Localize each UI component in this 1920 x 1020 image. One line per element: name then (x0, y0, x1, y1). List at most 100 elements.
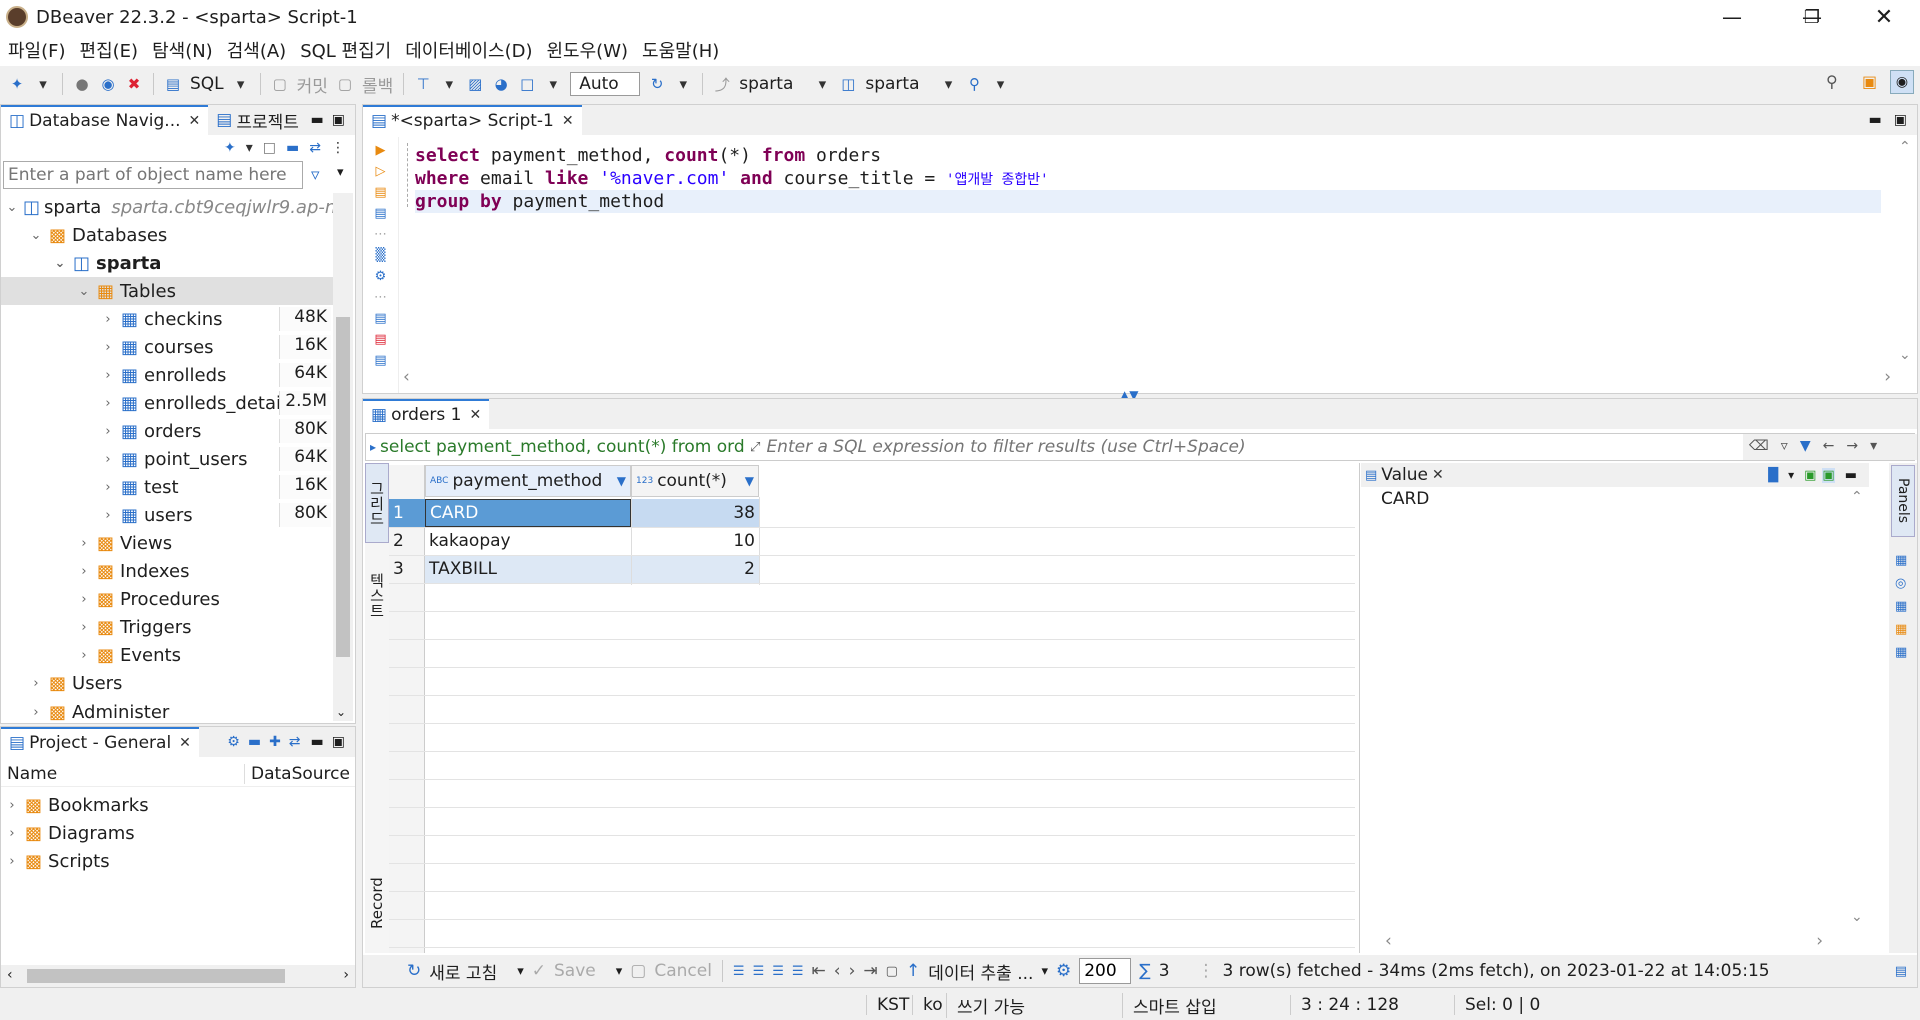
chevron-right-icon[interactable]: › (29, 676, 43, 691)
cancel-icon[interactable]: ▢ (630, 961, 646, 981)
erase-filter-icon[interactable]: ⌫ (1749, 438, 1769, 456)
dropdown-icon[interactable]: ▾ (246, 140, 253, 156)
tree-table[interactable]: › ▦ test 16K (1, 473, 333, 501)
new-connection-icon[interactable]: ✦ (8, 73, 26, 95)
cell-payment-method[interactable]: TAXBILL (425, 555, 631, 583)
minimize-panel-icon[interactable]: ▬ (1845, 468, 1857, 483)
execute-statement-icon[interactable]: ▶ (376, 143, 386, 158)
tree-triggers[interactable]: › ▩ Triggers (1, 613, 191, 641)
scrollbar-thumb[interactable] (27, 969, 285, 983)
schema-dropdown-icon[interactable]: ▾ (940, 73, 958, 95)
column-name-header[interactable]: Name (1, 763, 245, 784)
open-perspective-icon[interactable]: ▣ (1862, 72, 1877, 91)
scrollbar-thumb[interactable] (336, 317, 350, 657)
collapse-all-icon[interactable]: ▬ (286, 140, 299, 156)
sql-dropdown-icon[interactable]: ▾ (232, 73, 250, 95)
editor-h-scrollbar[interactable]: ‹ › (399, 365, 1895, 389)
minimize-panel-icon[interactable]: ▬ (311, 112, 324, 128)
scroll-up-icon[interactable]: ⌃ (1851, 489, 1863, 505)
export-script-icon[interactable]: ▤ (374, 353, 386, 368)
chevron-right-icon[interactable]: › (101, 480, 115, 495)
tree-table[interactable]: › ▦ users 80K (1, 501, 333, 529)
cell-count[interactable]: 38 (631, 499, 759, 527)
row-count-icon[interactable]: ∑ (1139, 961, 1150, 981)
close-icon[interactable]: ✕ (1432, 467, 1444, 483)
first-page-icon[interactable]: ⇤ (812, 961, 826, 981)
results-filter-input[interactable] (766, 437, 1877, 457)
lock-icon[interactable]: ▨ (466, 73, 484, 95)
minimize-panel-icon[interactable]: ▬ (311, 734, 324, 750)
chevron-right-icon[interactable]: › (5, 854, 19, 869)
settings-icon[interactable]: ⚙ (375, 269, 387, 284)
chevron-right-icon[interactable]: › (5, 826, 19, 841)
chevron-right-icon[interactable]: › (101, 396, 115, 411)
chevron-right-icon[interactable]: › (29, 705, 43, 720)
refresh-dropdown-icon[interactable]: ▾ (517, 964, 524, 979)
tree-procedures[interactable]: › ▩ Procedures (1, 585, 219, 613)
value-viewer-icon[interactable]: ▦ (1895, 553, 1907, 568)
chevron-down-icon[interactable]: ⌄ (53, 256, 67, 271)
search-dropdown-icon[interactable]: ▾ (992, 73, 1010, 95)
scroll-left-icon[interactable]: ‹ (1385, 931, 1392, 951)
refresh-button[interactable]: 새로 고침 (429, 959, 497, 984)
close-icon[interactable]: ✕ (562, 113, 574, 129)
menu-edit[interactable]: 편집(E) (80, 37, 139, 63)
scroll-right-icon[interactable]: › (343, 967, 349, 983)
sort-icon[interactable]: ▼ (745, 474, 754, 488)
active-schema[interactable]: sparta (865, 74, 919, 94)
edit-cell-icon[interactable]: ☰ (733, 964, 745, 979)
grouping-icon[interactable]: ▦ (1895, 622, 1907, 637)
back-icon[interactable]: ← (1823, 438, 1835, 456)
link-editor-icon[interactable]: ⇄ (309, 140, 321, 156)
restore-button[interactable]: ❐ (1780, 0, 1844, 34)
tree-table[interactable]: › ▦ courses 16K (1, 333, 333, 361)
save-dropdown-icon[interactable]: ▾ (616, 964, 623, 979)
chevron-right-icon[interactable]: › (77, 648, 91, 663)
new-folder-icon[interactable]: □ (263, 140, 276, 156)
export-data-button[interactable]: 데이터 추출 ... (928, 959, 1033, 984)
panels-tab[interactable]: Panels (1891, 465, 1915, 537)
project-item-scripts[interactable]: › ▩ Scripts (1, 847, 109, 875)
collapse-icon[interactable]: ▬ (248, 734, 261, 750)
new-connection-icon[interactable]: ✦ (224, 140, 236, 156)
tree-table[interactable]: › ▦ orders 80K (1, 417, 333, 445)
navigator-scrollbar[interactable]: ⌄ (333, 193, 353, 721)
minimize-button-2[interactable]: — (1700, 0, 1764, 34)
more-icon[interactable]: ▾ (1870, 438, 1877, 456)
delete-row-icon[interactable]: ☰ (792, 964, 804, 979)
scroll-up-icon[interactable]: ⌃ (1899, 139, 1911, 155)
scroll-left-icon[interactable]: ‹ (7, 967, 13, 983)
tab-script-1[interactable]: ▤ *<sparta> Script-1 ✕ (363, 105, 582, 135)
tree-table[interactable]: › ▦ checkins 48K (1, 305, 333, 333)
close-icon[interactable]: ✕ (469, 407, 481, 423)
tab-database-navigator[interactable]: ◫ Database Navig... ✕ (1, 105, 209, 135)
tree-views[interactable]: › ▩ Views (1, 529, 172, 557)
search-icon[interactable]: ⚲ (966, 73, 984, 95)
chevron-down-icon[interactable]: ⌄ (77, 284, 91, 299)
project-item-diagrams[interactable]: › ▩ Diagrams (1, 819, 134, 847)
connect-icon[interactable]: ● (73, 73, 91, 95)
chevron-down-icon[interactable]: ⌄ (29, 228, 43, 243)
column-header-count[interactable]: 123 count(*) ▼ (631, 465, 759, 497)
sql-code-area[interactable]: select payment_method, count(*) from ord… (399, 137, 1895, 365)
menu-window[interactable]: 윈도우(W) (547, 37, 629, 63)
chevron-right-icon[interactable]: › (101, 424, 115, 439)
project-item-bookmarks[interactable]: › ▩ Bookmarks (1, 791, 148, 819)
chevron-right-icon[interactable]: › (77, 564, 91, 579)
expand-filter-icon[interactable]: ⤢ (750, 440, 760, 455)
chevron-right-icon[interactable]: › (77, 592, 91, 607)
last-page-icon[interactable]: ⇥ (863, 961, 877, 981)
tree-db-sparta[interactable]: ⌄ ◫ sparta (1, 249, 162, 277)
dashboard-icon[interactable]: ◕ (492, 73, 510, 95)
dbeaver-perspective-icon[interactable]: ◉ (1890, 70, 1914, 94)
tree-table[interactable]: › ▦ point_users 64K (1, 445, 333, 473)
tab-project[interactable]: ▤ 프로젝트 (208, 105, 307, 135)
references-icon[interactable]: ▦ (1895, 645, 1907, 660)
maximize-panel-icon[interactable]: ▣ (332, 734, 345, 750)
cancel-button[interactable]: Cancel (654, 961, 712, 981)
tab-orders-1[interactable]: ▦ orders 1 ✕ (363, 399, 490, 429)
menu-database[interactable]: 데이터베이스(D) (405, 37, 532, 63)
auto-commit-box[interactable]: Auto (570, 72, 641, 96)
history-dropdown-icon[interactable]: ▾ (674, 73, 692, 95)
next-page-icon[interactable]: › (849, 961, 856, 981)
